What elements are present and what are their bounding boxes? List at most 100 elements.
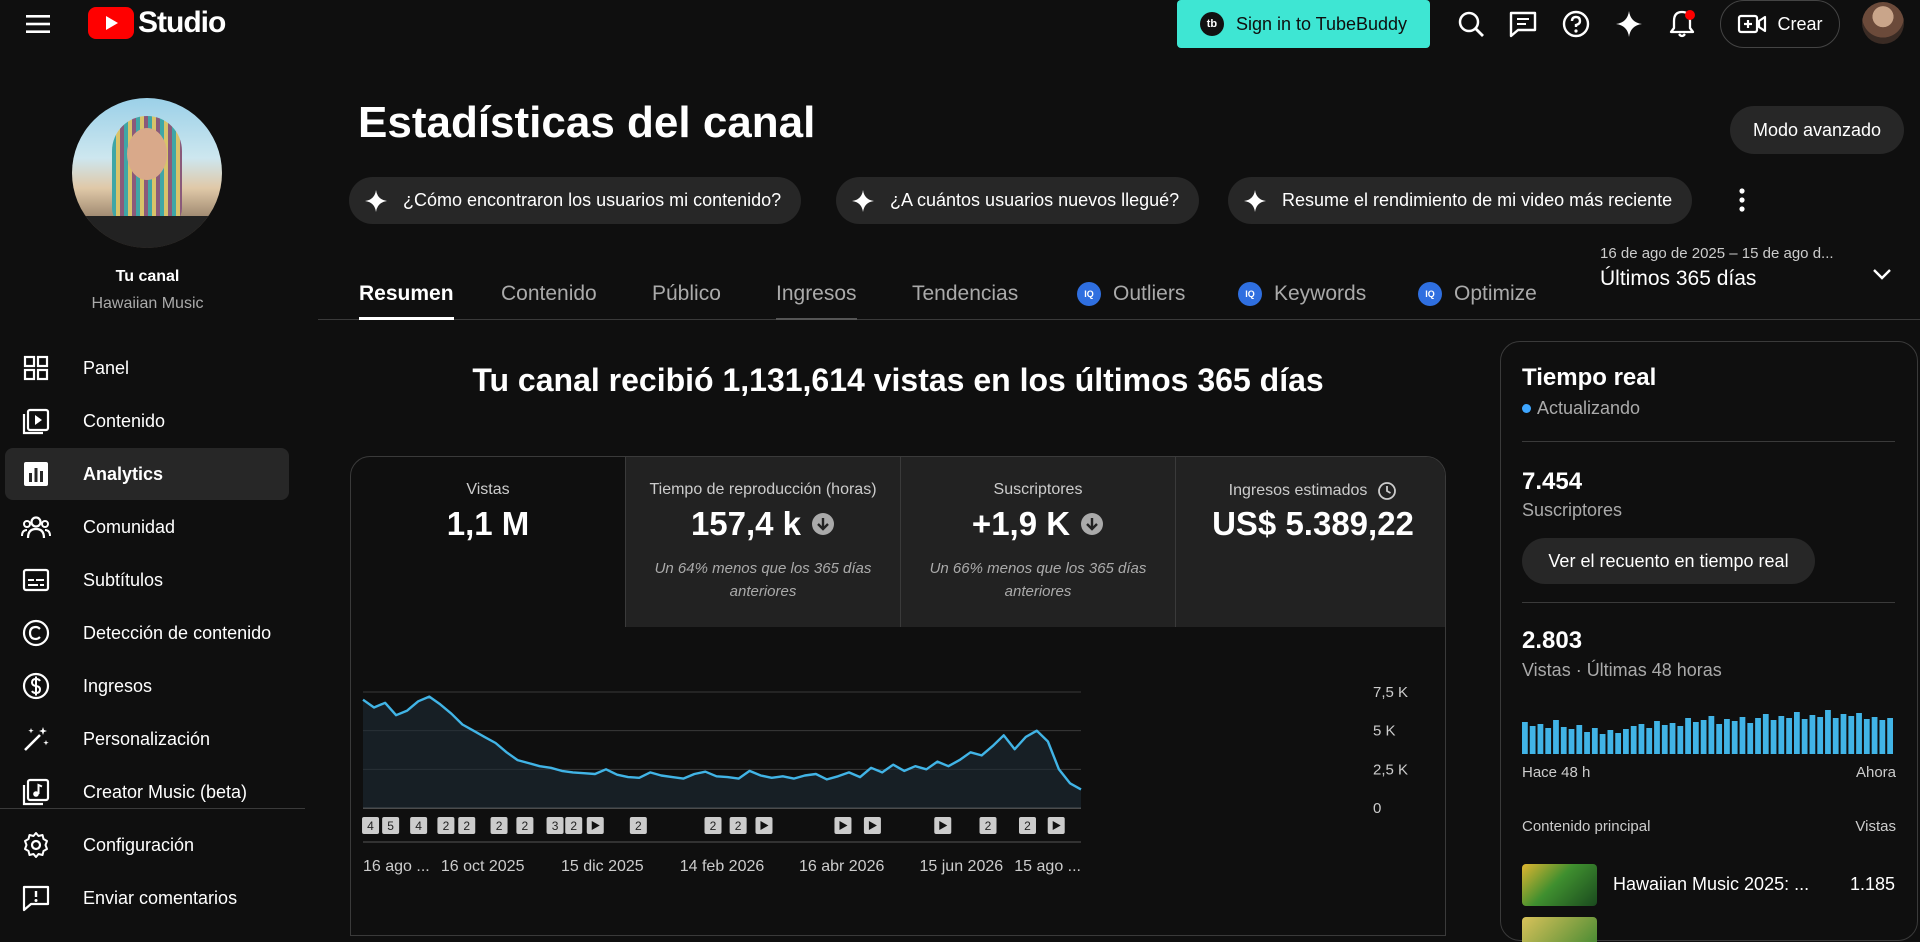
sidebar-item-settings[interactable]: Configuración: [5, 819, 289, 871]
realtime-bar[interactable]: [1809, 715, 1816, 754]
tab-optimize[interactable]: IQ Optimize: [1418, 274, 1537, 314]
realtime-bar[interactable]: [1778, 716, 1785, 754]
suggestion-chip-new-users[interactable]: ¿A cuántos usuarios nuevos llegué?: [836, 177, 1200, 224]
tab-trends[interactable]: Tendencias: [912, 274, 1018, 314]
realtime-bar[interactable]: [1607, 730, 1614, 754]
realtime-bar[interactable]: [1739, 717, 1746, 754]
videos-count-marker[interactable]: 2: [979, 817, 997, 834]
realtime-bar[interactable]: [1762, 714, 1769, 754]
more-vert-icon[interactable]: [1732, 186, 1752, 214]
realtime-bar[interactable]: [1840, 714, 1847, 754]
date-range-detail[interactable]: 16 de ago de 2025 – 15 de ago d...: [1600, 245, 1845, 262]
date-range-selector[interactable]: Últimos 365 días: [1600, 267, 1756, 291]
video-published-marker[interactable]: [586, 817, 604, 834]
realtime-bar[interactable]: [1716, 724, 1723, 754]
videos-count-marker[interactable]: 3: [546, 817, 564, 834]
videos-count-marker[interactable]: 2: [490, 817, 508, 834]
tab-content[interactable]: Contenido: [501, 274, 597, 314]
bell-icon[interactable]: [1666, 8, 1698, 40]
video-thumbnail[interactable]: [1522, 917, 1597, 942]
realtime-bar[interactable]: [1887, 718, 1893, 754]
video-published-marker[interactable]: [1047, 817, 1065, 834]
realtime-bar[interactable]: [1856, 713, 1862, 754]
realtime-bar[interactable]: [1770, 720, 1777, 754]
sidebar-item-content[interactable]: Contenido: [5, 395, 289, 447]
account-avatar[interactable]: [1862, 2, 1904, 44]
video-published-marker[interactable]: [834, 817, 852, 834]
feedback-icon[interactable]: [1507, 8, 1539, 40]
realtime-bar[interactable]: [1623, 729, 1629, 754]
suggestion-chip-discovery[interactable]: ¿Cómo encontraron los usuarios mi conten…: [349, 177, 802, 224]
sparkle-icon[interactable]: [1613, 8, 1645, 40]
realtime-bar[interactable]: [1692, 722, 1699, 754]
video-published-marker[interactable]: [755, 817, 773, 834]
metric-estimated-revenue[interactable]: Ingresos estimados US$ 5.389,22: [1176, 457, 1445, 627]
chevron-down-icon[interactable]: [1870, 262, 1894, 286]
tab-overview[interactable]: Resumen: [359, 274, 454, 320]
realtime-bar[interactable]: [1708, 716, 1715, 754]
channel-avatar[interactable]: [72, 98, 222, 248]
realtime-bar[interactable]: [1848, 716, 1855, 754]
realtime-bar[interactable]: [1755, 718, 1761, 754]
video-published-marker[interactable]: [863, 817, 881, 834]
realtime-bar[interactable]: [1863, 719, 1870, 754]
menu-icon[interactable]: [24, 12, 52, 36]
sidebar-item-creator-music[interactable]: Creator Music (beta): [5, 766, 289, 818]
create-button[interactable]: Crear: [1720, 0, 1840, 48]
videos-count-marker[interactable]: 2: [629, 817, 647, 834]
realtime-bar[interactable]: [1545, 728, 1552, 754]
tubebuddy-signin-button[interactable]: tb Sign in to TubeBuddy: [1177, 0, 1430, 48]
sidebar-item-analytics[interactable]: Analytics: [5, 448, 289, 500]
live-count-button[interactable]: Ver el recuento en tiempo real: [1522, 538, 1815, 584]
videos-count-marker[interactable]: 4: [410, 817, 428, 834]
realtime-bar[interactable]: [1638, 724, 1645, 754]
realtime-bar[interactable]: [1560, 727, 1567, 754]
videos-count-marker[interactable]: 2: [516, 817, 534, 834]
realtime-bar[interactable]: [1879, 720, 1886, 754]
tab-revenue[interactable]: Ingresos: [776, 274, 857, 320]
video-thumbnail[interactable]: [1522, 864, 1597, 906]
realtime-bar[interactable]: [1522, 722, 1528, 754]
realtime-bar[interactable]: [1537, 724, 1544, 754]
tab-outliers[interactable]: IQ Outliers: [1077, 274, 1185, 314]
advanced-mode-button[interactable]: Modo avanzado: [1730, 106, 1904, 154]
realtime-bar[interactable]: [1817, 717, 1824, 754]
help-icon[interactable]: [1560, 8, 1592, 40]
realtime-bar[interactable]: [1529, 726, 1536, 754]
views-line-chart[interactable]: 7,5 K5 K2,5 K04 5 4 2 2 2 2 3 2 2 2 2 2 216 ago ... 16…: [350, 680, 1446, 923]
sidebar-item-customization[interactable]: Personalización: [5, 713, 289, 765]
realtime-bar[interactable]: [1553, 720, 1559, 754]
videos-count-marker[interactable]: 2: [458, 817, 476, 834]
sidebar-item-subtitles[interactable]: Subtítulos: [5, 554, 289, 606]
videos-count-marker[interactable]: 2: [565, 817, 583, 834]
realtime-bar[interactable]: [1793, 712, 1800, 754]
realtime-bar[interactable]: [1724, 719, 1730, 754]
realtime-bar[interactable]: [1700, 720, 1707, 754]
suggestion-chip-latest-video[interactable]: Resume el rendimiento de mi video más re…: [1228, 177, 1693, 224]
realtime-bar[interactable]: [1825, 710, 1831, 754]
realtime-bar-chart[interactable]: [1522, 704, 1895, 754]
realtime-bar[interactable]: [1568, 729, 1575, 754]
metric-watch-time[interactable]: Tiempo de reproducción (horas) 157,4 k U…: [626, 457, 900, 627]
videos-count-marker[interactable]: 4: [362, 817, 380, 834]
tab-keywords[interactable]: IQ Keywords: [1238, 274, 1366, 314]
realtime-bar[interactable]: [1731, 721, 1738, 754]
metric-subscribers[interactable]: Suscriptores +1,9 K Un 66% menos que los…: [901, 457, 1175, 627]
realtime-bar[interactable]: [1584, 732, 1590, 754]
realtime-bar[interactable]: [1669, 723, 1676, 754]
realtime-bar[interactable]: [1599, 734, 1606, 754]
sidebar-item-community[interactable]: Comunidad: [5, 501, 289, 553]
realtime-bar[interactable]: [1576, 725, 1583, 754]
sidebar-item-content-detection[interactable]: Detección de contenido: [5, 607, 289, 659]
video-published-marker[interactable]: [934, 817, 952, 834]
realtime-bar[interactable]: [1591, 728, 1598, 754]
tab-audience[interactable]: Público: [652, 274, 721, 314]
realtime-bar[interactable]: [1630, 726, 1637, 754]
sidebar-item-earnings[interactable]: Ingresos: [5, 660, 289, 712]
videos-count-marker[interactable]: 2: [704, 817, 722, 834]
realtime-bar[interactable]: [1786, 718, 1792, 754]
realtime-bar[interactable]: [1832, 718, 1839, 754]
realtime-bar[interactable]: [1801, 719, 1808, 754]
search-icon[interactable]: [1455, 8, 1487, 40]
realtime-bar[interactable]: [1677, 726, 1684, 754]
